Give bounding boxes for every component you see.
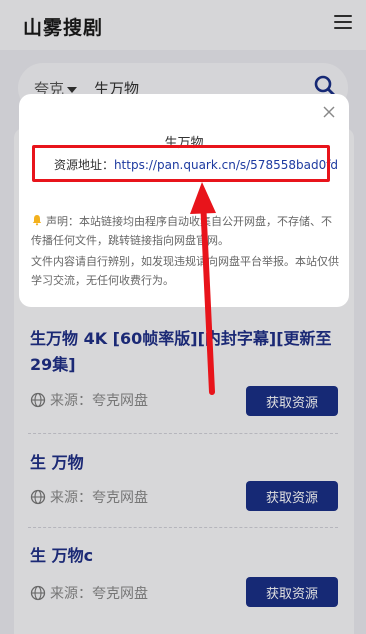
bell-icon <box>32 215 42 226</box>
highlight-box <box>32 145 330 182</box>
disclaimer-text: 声明：本站链接均由程序自动收集自公开网盘，不存储、不传播任何文件，跳转链接指向网… <box>31 212 341 250</box>
resource-modal: 生万物 资源地址：https://pan.quark.cn/s/578558ba… <box>19 94 349 307</box>
report-notice: 文件内容请自行辨别，如发现违规请向网盘平台举报。本站仅供学习交流，无任何收费行为… <box>31 255 339 287</box>
close-icon[interactable] <box>321 104 337 120</box>
disclaimer-line: 声明：本站链接均由程序自动收集自公开网盘，不存储、不传播任何文件，跳转链接指向网… <box>31 215 332 247</box>
